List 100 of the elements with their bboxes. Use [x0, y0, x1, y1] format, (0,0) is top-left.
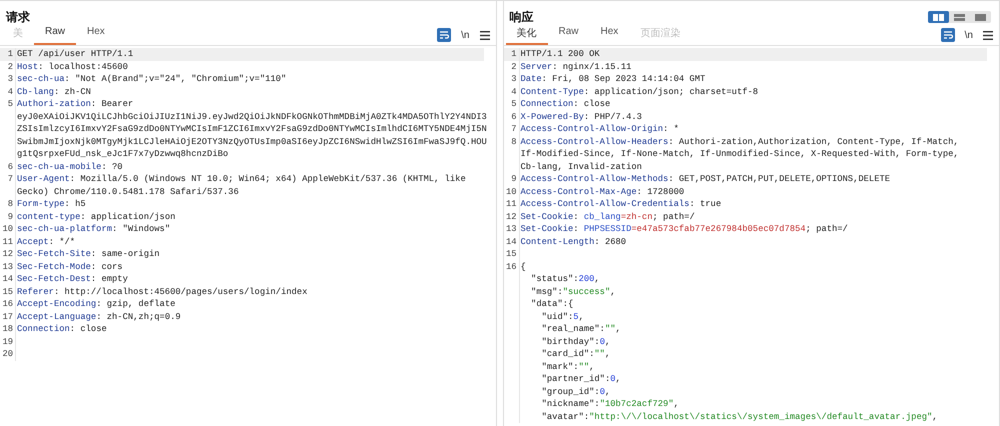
code-text: : */* [48, 236, 76, 246]
code-text: 200 [578, 274, 594, 284]
code-text: "real_name": [540, 324, 605, 334]
line-number: 19 [1, 336, 14, 348]
code-text: "mark": [540, 362, 579, 372]
code-text: If-Modified-Since, If-None-Match, If-Unmodified-Since, X-Requested-With, Form-type, [520, 149, 959, 159]
code-text: , [616, 324, 621, 334]
code-text: , [610, 286, 616, 296]
line-number: 5 [510, 98, 518, 110]
panel-title: 请求 [6, 8, 30, 26]
code-text: 5 [573, 312, 579, 322]
line-number: 15 [1, 286, 14, 298]
wrap-icon[interactable] [940, 28, 955, 42]
line-number: 5 [6, 98, 14, 110]
header-name: User-Agent [17, 174, 70, 184]
header-name: X-Powered-By [520, 112, 584, 122]
line-number: 8 [6, 198, 14, 210]
code-text: "status": [530, 274, 579, 284]
line-number: 2 [510, 60, 518, 73]
code-text: : same-origin [90, 249, 160, 259]
newline-toggle[interactable]: \n [461, 30, 470, 40]
header-name: Content-Type [520, 86, 584, 96]
tab[interactable]: Raw [34, 24, 76, 45]
header-name: Sec-Fetch-Mode [17, 262, 91, 272]
line-number: 1 [510, 48, 518, 60]
code-text: : [573, 224, 580, 234]
tab[interactable]: Hex [590, 24, 630, 45]
code-text: "" [594, 349, 605, 359]
code-text: : http://localhost:45600/pages/users/login/index [54, 286, 308, 296]
header-name: content-type [17, 212, 80, 222]
tab[interactable]: 美化 [506, 24, 548, 45]
line-number: 13 [504, 223, 518, 236]
code-text: : close [70, 324, 107, 334]
menu-icon[interactable] [983, 30, 993, 40]
header-name: Sec-Fetch-Dest [17, 274, 91, 284]
header-name: Content-Length [520, 236, 594, 246]
code-text: : 2680 [594, 236, 626, 246]
header-name: Accept-Encoding [17, 299, 96, 309]
code-text: : application/json; charset=utf-8 [584, 86, 758, 96]
code-text: "uid": [540, 312, 574, 322]
header-name: Host [17, 62, 38, 72]
single-pane-icon[interactable] [975, 14, 986, 20]
code-text: HTTP/1.1 200 OK [520, 49, 600, 59]
code-text: , [616, 374, 621, 384]
line-number: 9 [6, 210, 14, 223]
newline-toggle[interactable]: \n [964, 30, 973, 40]
line-number: 9 [510, 173, 518, 186]
code-text: cb_lang [584, 212, 621, 222]
line-number: 4 [6, 86, 14, 98]
code-text: ZSIsImlzcyI6ImxvY2FsaG9zdDo0NTYwMCIsImF1ZCI6ImxvY2FsaG9zdDo0NTYwMCIsImlhdCI6MTY5NDE4MjI5N [17, 124, 487, 134]
line-number: 14 [504, 236, 518, 248]
code-text: =zh-cn [620, 212, 652, 222]
header-name: Accept [17, 236, 49, 246]
code-text: : [573, 212, 580, 222]
code-text: : nginx/1.15.11 [552, 62, 632, 72]
code-text: Gecko) Chrome/110.0.5481.178 Safari/537.36 [17, 186, 239, 196]
line-number: 20 [1, 348, 14, 360]
code-text: g1tQsrpxeFUd_nsk_eJc1F7x7yDzwwq8hcnzDiBo [17, 149, 228, 159]
layout-button[interactable] [928, 11, 949, 23]
code-text: "success" [562, 286, 610, 296]
line-number: 7 [6, 173, 14, 186]
code-text: PHPSESSID [584, 224, 632, 234]
code-text: "partner_id": [540, 374, 610, 384]
header-name: Authori-zation [17, 99, 91, 109]
line-number: 18 [1, 323, 14, 336]
code-text: ; path=/ [652, 212, 695, 222]
two-columns-icon[interactable] [933, 14, 944, 20]
code-text: ; path=/ [806, 224, 848, 234]
menu-icon[interactable] [480, 30, 490, 40]
code-text: : ?0 [101, 162, 123, 172]
code-text: , [604, 386, 610, 396]
code-text: : gzip, deflate [96, 299, 176, 309]
line-number: 8 [510, 136, 518, 148]
code-text: "data":{ [530, 299, 574, 309]
code-text: : "Windows" [112, 224, 170, 234]
code-text: : zh-CN [54, 86, 91, 96]
code-text: "birthday": [540, 336, 600, 346]
tab[interactable]: Raw [548, 24, 590, 45]
line-number: 12 [504, 210, 518, 223]
code-text: 0 [600, 336, 605, 346]
code-text: : empty [90, 274, 128, 284]
code-text: "" [578, 362, 590, 372]
code-text: "" [604, 324, 616, 334]
line-number: 17 [1, 310, 14, 323]
code-text: , [589, 362, 594, 372]
header-name: Server [520, 62, 552, 72]
header-name: Connection [17, 324, 70, 334]
code-text: : Mozilla/5.0 (Windows NT 10.0; Win64; x64) AppleWebKit/537.36 (KHTML, like [70, 174, 466, 184]
code-text: "http:\/\/localhost\/statics\/system_images\/default_avatar.jpeg" [589, 412, 932, 422]
code-text: "card_id": [540, 349, 594, 359]
header-name: sec-ch-ua-mobile [17, 162, 102, 172]
two-rows-icon[interactable] [954, 14, 965, 20]
code-text: : 1728000 [636, 186, 684, 196]
tab[interactable]: Hex [76, 24, 116, 45]
code-text: : close [573, 99, 610, 109]
header-name: Cb-lang [17, 86, 54, 96]
code-text: , [594, 274, 600, 284]
line-number: 6 [510, 110, 518, 123]
wrap-icon[interactable] [437, 28, 452, 42]
header-name: Access-Control-Allow-Credentials [520, 199, 690, 209]
